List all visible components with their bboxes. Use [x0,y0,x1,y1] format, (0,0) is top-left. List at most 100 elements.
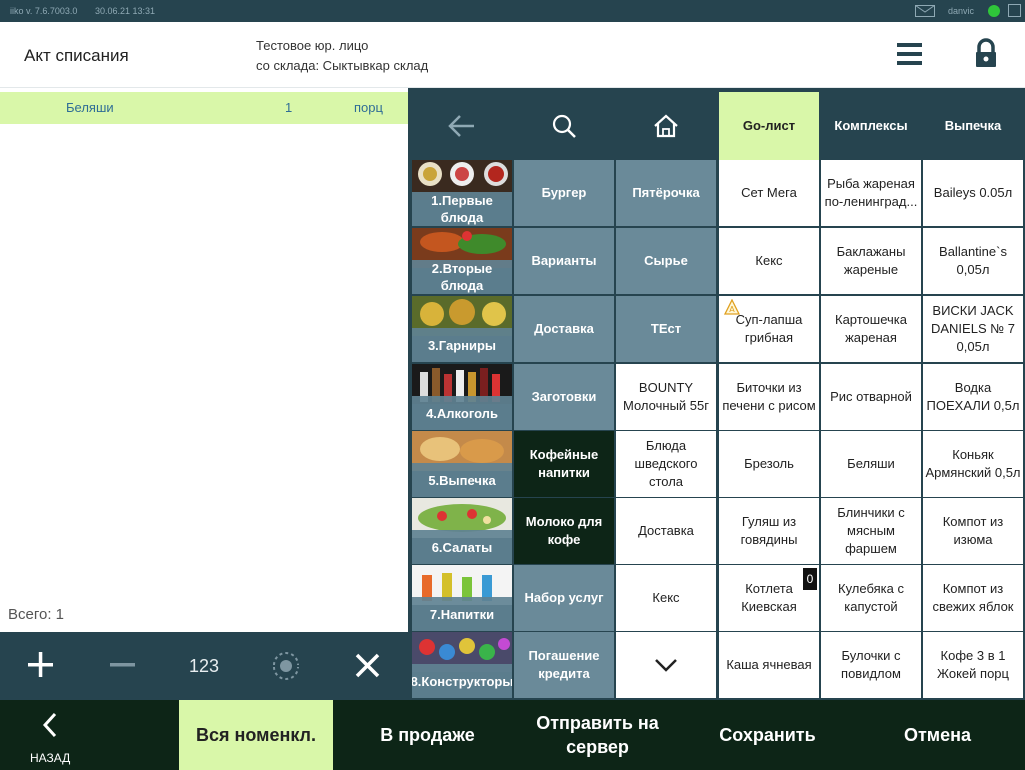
menu-item[interactable]: Булочки с повидлом [821,632,921,698]
category-label: 2.Вторые блюда [412,260,512,294]
scroll-down-button[interactable] [616,632,716,698]
menu-item[interactable]: Водка ПОЕХАЛИ 0,5л [923,364,1023,430]
order-row[interactable]: Беляши 1 порц [0,92,408,124]
page-title: Акт списания [24,46,129,65]
menu-item[interactable]: Доставка [616,498,716,564]
menu-item[interactable]: Рыба жареная по-ленинград... [821,160,921,226]
menu-item-label: Суп-лапша грибная [735,312,803,345]
category-garnish[interactable]: 3.Гарниры [412,296,512,362]
search-button[interactable] [514,92,614,160]
search-icon [552,114,576,138]
chevron-down-icon [655,659,677,672]
category-raw[interactable]: Сырье [616,228,716,294]
menu-item[interactable]: BOUNTY Молочный 55г [616,364,716,430]
menu-item[interactable]: Кекс [719,228,819,294]
menu-item[interactable]: Баклажаны жареные [821,228,921,294]
menu-button[interactable] [884,30,936,78]
category-first-courses[interactable]: 1.Первые блюда [412,160,512,226]
split-button[interactable] [246,632,326,700]
category-variants[interactable]: Варианты [514,228,614,294]
category-pyaterochka[interactable]: Пятёрочка [616,160,716,226]
menu-item[interactable]: Гуляш из говядины [719,498,819,564]
menu-item[interactable]: ВИСКИ JACK DANIELS № 7 0,05л [923,296,1023,362]
category-delivery[interactable]: Доставка [514,296,614,362]
category-main-courses[interactable]: 2.Вторые блюда [412,228,512,294]
back-button[interactable]: НАЗАД [0,700,100,770]
tab-pastry[interactable]: Выпечка [923,92,1023,160]
lock-button[interactable] [962,30,1010,78]
order-item-unit: порц [354,100,383,115]
order-panel: Беляши 1 порц Всего: 1 [0,88,408,632]
category-services[interactable]: Набор услуг [514,565,614,631]
category-label: 8.Конструкторы [412,664,512,698]
menu-item[interactable]: Кекс [616,565,716,631]
category-credit-repayment[interactable]: Погашение кредита [514,632,614,698]
minus-icon [110,663,135,667]
all-nomenclature-button[interactable]: Вся номенкл. [179,700,333,770]
datetime: 30.06.21 13:31 [95,6,156,16]
category-constructors[interactable]: 8.Конструкторы [412,632,512,698]
close-icon [355,653,380,678]
app-version: iiko v. 7.6.7003.0 [10,6,78,16]
decrease-button[interactable] [82,632,162,700]
menu-item[interactable]: Брезоль [719,431,819,497]
category-alcohol[interactable]: 4.Алкоголь [412,364,512,430]
category-preparations[interactable]: Заготовки [514,364,614,430]
home-button[interactable] [616,92,716,160]
menu-item[interactable]: Блинчики с мясным фаршем [821,498,921,564]
menu-item[interactable]: Компот из свежих яблок [923,565,1023,631]
category-drinks[interactable]: 7.Напитки [412,565,512,631]
warehouse-info: со склада: Сыктывкар склад [256,58,429,73]
menu-item[interactable]: Биточки из печени с рисом [719,364,819,430]
menu-item[interactable]: Коньяк Армянский 0,5л [923,431,1023,497]
on-sale-button[interactable]: В продаже [350,700,505,770]
category-coffee-drinks[interactable]: Кофейные напитки [514,431,614,497]
legal-entity: Тестовое юр. лицо [256,38,369,53]
category-label: 5.Выпечка [412,463,512,497]
increase-button[interactable] [0,632,80,700]
arrow-left-icon [448,115,474,137]
category-milk-for-coffee[interactable]: Молоко для кофе [514,498,614,564]
tab-go-list[interactable]: Go-лист [719,92,819,160]
svg-text:A: A [729,305,735,314]
menu-item[interactable]: Ballantine`s 0,05л [923,228,1023,294]
send-to-server-button[interactable]: Отправить на сервер [510,700,685,770]
cancel-button[interactable]: Отмена [860,700,1015,770]
menu-item[interactable]: Картошечка жареная [821,296,921,362]
menu-item[interactable]: Каша ячневая [719,632,819,698]
order-item-name: Беляши [66,100,114,115]
menu-item[interactable]: Baileys 0.05л [923,160,1023,226]
bottom-action-bar: НАЗАД Вся номенкл. В продаже Отправить н… [0,700,1025,770]
split-icon [273,652,299,680]
save-button[interactable]: Сохранить [695,700,840,770]
delete-button[interactable] [328,632,408,700]
mail-icon[interactable] [915,5,935,17]
menu-item[interactable]: A Суп-лапша грибная [719,296,819,362]
menu-item[interactable]: Блюда шведского стола [616,431,716,497]
menu-item[interactable]: Беляши [821,431,921,497]
menu-item[interactable]: Рис отварной [821,364,921,430]
category-test[interactable]: ТЕст [616,296,716,362]
category-label: 1.Первые блюда [412,192,512,226]
header: Акт списания Тестовое юр. лицо со склада… [0,22,1025,88]
menu-item[interactable]: Кофе 3 в 1 Жокей порц [923,632,1023,698]
home-icon [654,114,678,138]
category-label: 6.Салаты [412,530,512,564]
user-name: danvic [948,6,975,16]
status-bar: iiko v. 7.6.7003.0 30.06.21 13:31 danvic [0,0,1025,22]
category-pastry[interactable]: 5.Выпечка [412,431,512,497]
app-window: iiko v. 7.6.7003.0 30.06.21 13:31 danvic… [0,0,1025,770]
category-label: 3.Гарниры [412,328,512,362]
category-burger[interactable]: Бургер [514,160,614,226]
menu-item[interactable]: Котлета Киевская 0 [719,565,819,631]
menu-item[interactable]: Сет Мега [719,160,819,226]
tab-complexes[interactable]: Комплексы [821,92,921,160]
window-toggle-icon[interactable] [1008,4,1021,17]
menu-item[interactable]: Кулебяка с капустой [821,565,921,631]
lock-icon [976,38,996,67]
menu-item[interactable]: Компот из изюма [923,498,1023,564]
connection-status-icon [988,5,1000,17]
quantity-keypad-button[interactable]: 123 [164,632,244,700]
category-salads[interactable]: 6.Салаты [412,498,512,564]
back-nav-button[interactable] [412,92,512,160]
